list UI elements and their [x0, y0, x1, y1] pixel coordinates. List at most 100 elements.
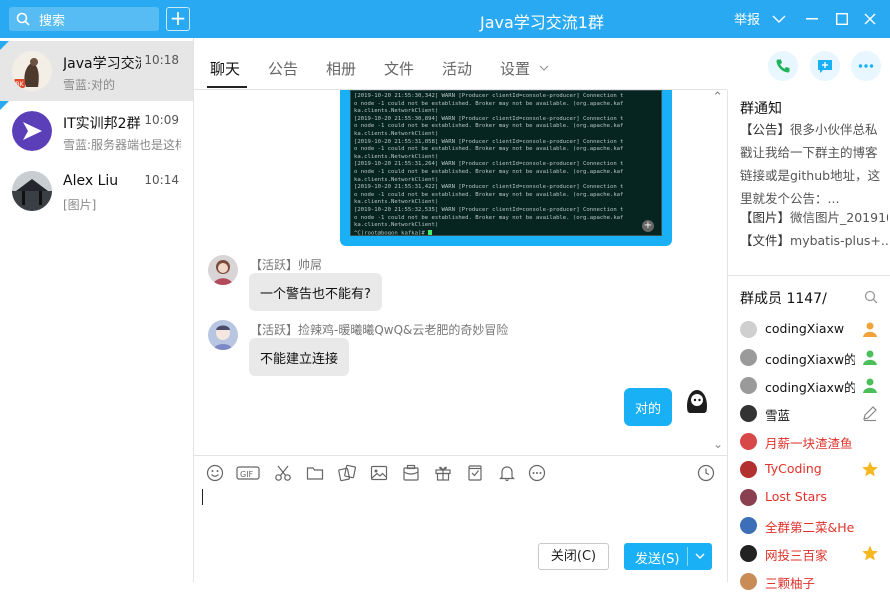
member-item[interactable]: codingXiaxw的	[740, 348, 890, 368]
red-packet-icon[interactable]	[402, 464, 420, 482]
chevron-down-icon[interactable]	[772, 14, 786, 24]
folder-icon[interactable]	[306, 464, 324, 482]
screenshot-message[interactable]: [2019-10-20 21:55:30,342] WARN [Producer…	[340, 90, 672, 246]
tab-files[interactable]: 文件	[384, 58, 414, 79]
member-item[interactable]: 网投三百家	[740, 544, 890, 564]
terminal-line: [2019-10-20 21:55:32,535] WARN [Producer…	[354, 206, 624, 213]
terminal-line: o node -1 could not be established. Brok…	[354, 123, 624, 130]
message-bubble[interactable]: 一个警告也不能有?	[249, 273, 382, 311]
terminal-line: [2019-10-20 21:55:31,264] WARN [Producer…	[354, 161, 624, 168]
avatar	[740, 405, 757, 422]
send-button[interactable]: 发送(S)	[624, 543, 712, 570]
terminal-screenshot: [2019-10-20 21:55:30,342] WARN [Producer…	[350, 90, 662, 236]
notice-item[interactable]: 【公告】很多小伙伴总私戳让我给一下群主的博客链接或是github地址，这里就发个…	[740, 118, 888, 210]
history-clock-icon[interactable]	[697, 464, 715, 482]
more-icon[interactable]	[528, 464, 546, 482]
group-info-panel: 群通知 【公告】很多小伙伴总私戳让我给一下群主的博客链接或是github地址，这…	[727, 90, 890, 591]
sticker-icon[interactable]	[338, 464, 357, 482]
notice-tag: 【文件】	[740, 233, 791, 248]
close-icon[interactable]	[864, 13, 876, 25]
call-button[interactable]	[768, 51, 798, 81]
member-item[interactable]: Lost Stars	[740, 488, 890, 508]
search-icon[interactable]	[864, 290, 878, 304]
member-name: 雪蓝	[765, 408, 791, 423]
avatar	[12, 111, 52, 151]
gift-icon[interactable]	[434, 464, 452, 482]
avatar	[740, 517, 757, 534]
conversation-item[interactable]: Alex Liu 10:14 [图片]	[0, 161, 193, 221]
terminal-line: o node -1 could not be established. Brok…	[354, 214, 624, 221]
maximize-icon[interactable]	[836, 13, 848, 25]
conversation-item[interactable]: IT实训邦2群 10:09 雪蓝:服务器端也是这样吧	[0, 101, 193, 161]
chevron-down-icon[interactable]	[539, 65, 549, 72]
member-item[interactable]: 雪蓝	[740, 404, 890, 424]
tab-settings[interactable]: 设置	[500, 58, 530, 79]
emoji-icon[interactable]	[206, 464, 224, 482]
avatar	[208, 320, 238, 350]
search-placeholder: 搜索	[39, 14, 66, 29]
search-box[interactable]: 搜索	[9, 7, 159, 31]
tab-activity[interactable]: 活动	[442, 58, 472, 79]
scroll-down-icon[interactable]: ⌄	[713, 437, 723, 451]
member-item[interactable]: 全群第二菜&HelloWorld	[740, 516, 890, 536]
tab-chat[interactable]: 聊天	[210, 58, 240, 79]
terminal-line: o node -1 could not be established. Brok…	[354, 191, 624, 198]
conversation-list: BK Java学习交流1群 10:18 雪蓝:对的 IT实训邦2群 10:09 …	[0, 38, 194, 582]
collapse-icon[interactable]: ⌃	[712, 90, 723, 105]
member-item[interactable]: 月薪一块渣渣鱼	[740, 432, 890, 452]
terminal-cursor	[428, 229, 433, 235]
tab-album[interactable]: 相册	[326, 58, 356, 79]
terminal-line: [2019-10-20 21:55:31,422] WARN [Producer…	[354, 184, 624, 191]
conversation-item[interactable]: BK Java学习交流1群 10:18 雪蓝:对的	[0, 41, 193, 101]
message-sender: 【活跃】捡辣鸡-暖曦曦QwQ&云老肥的奇妙冒险	[250, 323, 509, 337]
search-icon	[16, 12, 30, 26]
terminal-line: [2019-10-20 21:55:30,894] WARN [Producer…	[354, 115, 624, 122]
member-name: codingXiaxw	[765, 321, 845, 336]
conversation-time: 10:18	[144, 53, 179, 67]
avatar	[208, 255, 238, 285]
message-area[interactable]: [2019-10-20 21:55:30,342] WARN [Producer…	[194, 90, 727, 455]
terminal-line: ^C[root@bogon kafka]#	[354, 229, 658, 235]
avatar	[740, 349, 757, 366]
member-name: 三颗柚子	[765, 576, 816, 591]
conversation-name: Alex Liu	[63, 173, 119, 189]
notice-item[interactable]: 【文件】mybatis-plus+...	[740, 229, 888, 252]
tab-announcement[interactable]: 公告	[268, 58, 298, 79]
avatar	[12, 171, 52, 211]
message-bubble-self[interactable]: 对的	[624, 388, 673, 426]
member-item[interactable]: 三颗柚子	[740, 572, 890, 592]
add-button[interactable]: +	[166, 7, 190, 31]
send-label: 发送(S)	[635, 552, 680, 567]
zoom-icon[interactable]: +	[642, 220, 654, 232]
member-item[interactable]: codingXiaxw的	[740, 376, 890, 396]
star-icon	[861, 460, 879, 478]
image-icon[interactable]	[370, 464, 388, 482]
checklist-icon[interactable]	[466, 464, 484, 482]
bell-icon[interactable]	[498, 464, 516, 482]
avatar	[740, 461, 757, 478]
close-button[interactable]: 关闭(C)	[538, 543, 609, 570]
chat-tabs: 聊天 公告 相册 文件 活动 设置	[194, 38, 727, 90]
member-item[interactable]: TyCoding	[740, 460, 890, 480]
conversation-preview: [图片]	[63, 198, 97, 212]
message-bubble[interactable]: 不能建立连接	[249, 338, 350, 376]
chevron-down-icon[interactable]	[694, 548, 706, 564]
scissors-icon[interactable]	[274, 464, 292, 482]
conversation-time: 10:09	[144, 113, 179, 127]
notice-tag: 【图片】	[740, 210, 791, 225]
member-name: TyCoding	[765, 461, 822, 476]
notice-item[interactable]: 【图片】微信图片_20191019...	[740, 206, 888, 229]
notice-text: 微信图片_20191019...	[790, 210, 888, 225]
composer-toolbar: GIF	[194, 455, 727, 489]
minimize-icon[interactable]	[806, 18, 818, 20]
gif-icon[interactable]: GIF	[236, 464, 260, 482]
members-title: 群成员 1147/	[740, 291, 827, 307]
new-message-button[interactable]	[810, 51, 840, 81]
terminal-line: ka.clients.NetworkClient)	[354, 130, 439, 137]
more-button[interactable]	[851, 51, 881, 81]
member-name: 全群第二菜&HelloWorld	[765, 520, 855, 535]
member-item[interactable]: codingXiaxw	[740, 320, 890, 340]
group-notice-title: 群通知	[740, 101, 782, 117]
report-link[interactable]: 举报	[734, 9, 760, 28]
message-input[interactable]	[194, 489, 727, 539]
